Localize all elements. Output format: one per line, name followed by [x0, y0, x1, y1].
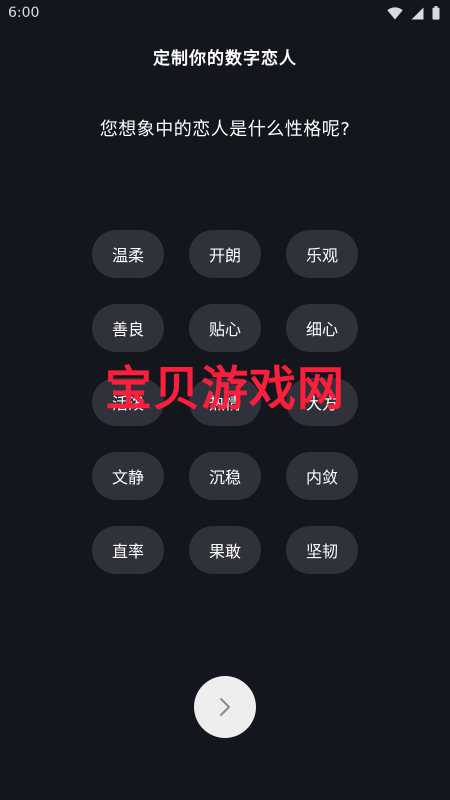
wifi-icon — [387, 6, 403, 19]
trait-chip-lively[interactable]: 活泼 — [92, 378, 164, 426]
signal-icon — [411, 7, 424, 19]
trait-chip-caring[interactable]: 贴心 — [189, 304, 261, 352]
status-icons — [387, 6, 440, 20]
trait-chip-kind[interactable]: 善良 — [92, 304, 164, 352]
trait-chip-generous[interactable]: 大方 — [286, 378, 358, 426]
trait-chip-steady[interactable]: 沉稳 — [189, 452, 261, 500]
trait-chip-attentive[interactable]: 细心 — [286, 304, 358, 352]
trait-chip-optimistic[interactable]: 乐观 — [286, 230, 358, 278]
status-time: 6:00 — [8, 5, 40, 21]
trait-chip-resilient[interactable]: 坚韧 — [286, 526, 358, 574]
next-button[interactable] — [194, 676, 256, 738]
personality-question: 您想象中的恋人是什么性格呢? — [99, 119, 351, 140]
battery-icon — [432, 6, 440, 20]
trait-chip-decisive[interactable]: 果敢 — [189, 526, 261, 574]
page-title: 定制你的数字恋人 — [153, 49, 297, 69]
trait-grid: 温柔 开朗 乐观 善良 贴心 细心 活泼 热情 大方 文静 沉稳 内敛 直率 果… — [92, 230, 358, 574]
chevron-right-icon — [220, 698, 230, 716]
trait-chip-quiet[interactable]: 文静 — [92, 452, 164, 500]
trait-chip-passionate[interactable]: 热情 — [189, 378, 261, 426]
status-bar: 6:00 — [0, 0, 450, 26]
app-screen: 6:00 定制你的数字恋人 您想象中的恋人是什么性格呢? 温柔 开朗 乐观 善良… — [0, 0, 450, 800]
trait-chip-cheerful[interactable]: 开朗 — [189, 230, 261, 278]
trait-chip-reserved[interactable]: 内敛 — [286, 452, 358, 500]
trait-chip-gentle[interactable]: 温柔 — [92, 230, 164, 278]
trait-chip-frank[interactable]: 直率 — [92, 526, 164, 574]
